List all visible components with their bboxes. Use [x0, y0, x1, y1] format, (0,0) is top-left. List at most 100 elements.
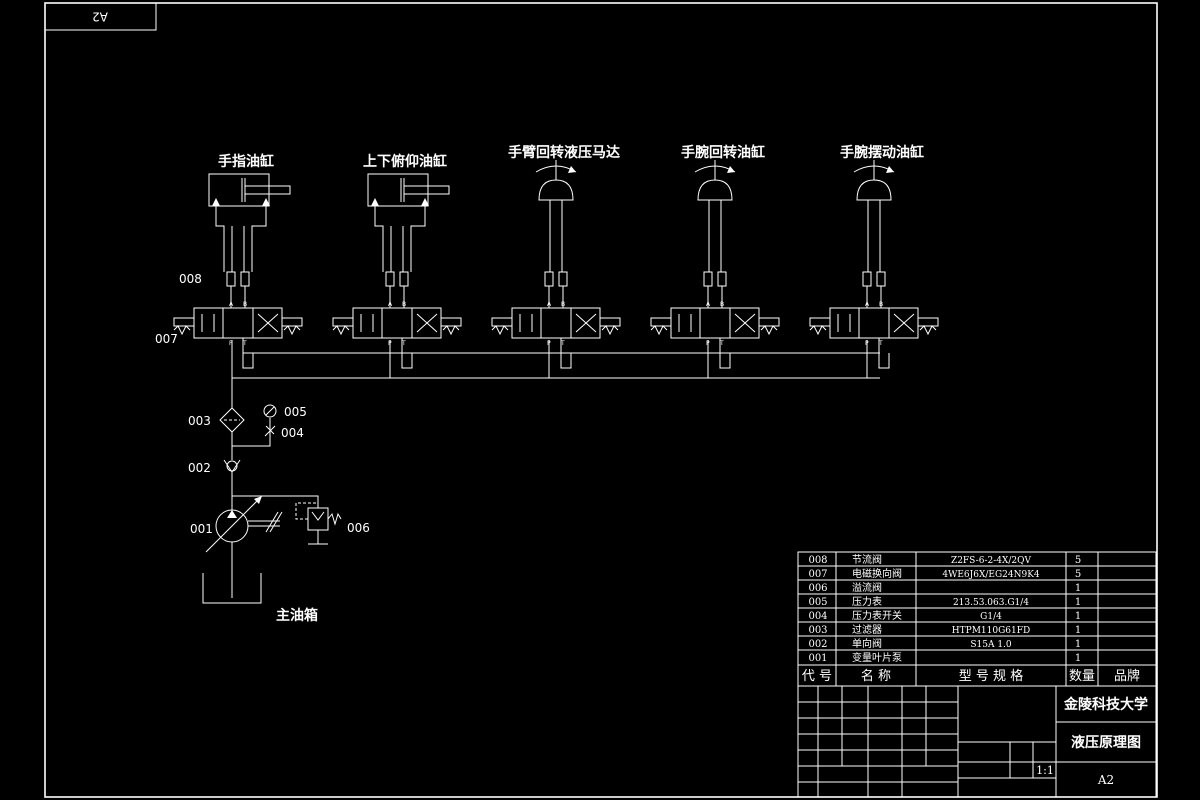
bom-header-qty: 数量: [1069, 669, 1095, 684]
directional-valve-007: [670, 307, 760, 339]
throttle-valve-008: [544, 271, 554, 287]
directional-valve-007: [352, 307, 442, 339]
callout-002: 002: [188, 461, 211, 475]
callout-001: 001: [190, 522, 213, 536]
bom-row: 005 压力表 213.53.063.G1/4 1: [808, 595, 1081, 608]
bom-header-model: 型 号 规 格: [959, 668, 1023, 684]
port-label-B: B: [402, 301, 406, 308]
port-label-B: B: [879, 301, 883, 308]
bom-row: 001 变量叶片泵 1: [808, 651, 1081, 664]
bom-code: 008: [808, 555, 827, 566]
relief-branch-line: [232, 495, 319, 508]
callout-008: 008: [179, 272, 202, 286]
bom-row: 004 压力表开关 G1/4 1: [808, 609, 1081, 622]
callout-003: 003: [188, 414, 211, 428]
bom-row: 006 溢流阀 1: [808, 581, 1081, 594]
relief-valve-006: [295, 502, 342, 545]
bom-code: 007: [808, 569, 827, 580]
port-label-A: A: [388, 301, 393, 308]
throttle-valve-008: [862, 271, 872, 287]
directional-valve-007: [829, 307, 919, 339]
bom-name: 节流阀: [852, 553, 882, 566]
bom-model: 4WE6J6X/EG24N9K4: [942, 570, 1040, 580]
bom-name: 溢流阀: [852, 581, 882, 594]
bom-model: 213.53.063.G1/4: [953, 598, 1029, 608]
port-label-B: B: [720, 301, 724, 308]
actuator-unit-2: 上下俯仰油缸A BP T: [332, 153, 462, 369]
bom-row: 008 节流阀 Z2FS-6-2-4X/2QV 5: [808, 553, 1081, 566]
bom-code: 006: [808, 583, 827, 594]
throttle-valve-008: [876, 271, 886, 287]
bom-header-code: 代 号: [802, 669, 832, 684]
title-block: 金陵科技大学 液压原理图 1:1 A2: [797, 685, 1157, 798]
throttle-valve-008: [703, 271, 713, 287]
throttle-valve-008: [385, 271, 395, 287]
callout-004: 004: [281, 426, 304, 440]
bom-qty: 1: [1075, 625, 1081, 636]
bom-row: 002 单向阀 S15A 1.0 1: [808, 637, 1081, 650]
bom-qty: 1: [1075, 639, 1081, 650]
bom-code: 002: [808, 639, 827, 650]
rotary-actuator-body: [697, 179, 733, 201]
title-drawing: 液压原理图: [1071, 734, 1141, 751]
bom-row: 007 电磁换向阀 4WE6J6X/EG24N9K4 5: [808, 567, 1081, 580]
bom-name: 单向阀: [852, 637, 882, 650]
title-scale: 1:1: [1036, 764, 1054, 777]
callout-007: 007: [155, 332, 178, 346]
check-valve-002: [223, 459, 241, 473]
cylinder-body: [367, 173, 429, 207]
actuator-label: 手指油缸: [218, 153, 274, 170]
actuator-label: 手腕回转油缸: [681, 144, 765, 161]
throttle-valve-008: [240, 271, 250, 287]
bom-name: 压力表: [852, 595, 882, 608]
title-school: 金陵科技大学: [1063, 696, 1148, 713]
sheet-tag-text: A2: [92, 10, 108, 24]
pressure-main-line: [231, 340, 880, 379]
bom-qty: 1: [1075, 611, 1081, 622]
gauge-branch-line: [232, 418, 271, 447]
actuator-label: 上下俯仰油缸: [363, 153, 447, 170]
actuator-unit-3: 手臂回转液压马达A BP T: [491, 144, 621, 369]
directional-valve-007: [511, 307, 601, 339]
bom-header-name: 名 称: [861, 668, 891, 684]
bom-model: G1/4: [980, 612, 1002, 622]
actuator-label: 手腕摆动油缸: [840, 144, 924, 161]
bom-qty: 1: [1075, 597, 1081, 608]
pressure-gauge-005: [263, 404, 277, 418]
throttle-valve-008: [399, 271, 409, 287]
bom-qty: 1: [1075, 653, 1081, 664]
port-label-A: A: [865, 301, 870, 308]
actuator-label: 手臂回转液压马达: [508, 144, 620, 161]
hydraulic-schematic-drawing: A2 手指油缸A BP T上下俯仰油缸A BP T手臂回转液压马达A BP T手腕回转油缸A…: [44, 2, 1158, 798]
bom-qty: 5: [1075, 569, 1081, 580]
throttle-valve-008: [717, 271, 727, 287]
port-label-A: A: [547, 301, 552, 308]
bom-name: 压力表开关: [852, 609, 902, 622]
variable-pump-001: [205, 496, 283, 553]
bom-code: 004: [808, 611, 827, 622]
cylinder-body: [208, 173, 270, 207]
throttle-valve-008: [558, 271, 568, 287]
actuator-group: 手指油缸A BP T上下俯仰油缸A BP T手臂回转液压马达A BP T手腕回转油缸A BP T…: [173, 144, 939, 369]
bom-name: 变量叶片泵: [852, 651, 902, 664]
callout-005: 005: [284, 405, 307, 419]
bom-header-row: 代 号 名 称 型 号 规 格 数量 品牌: [802, 668, 1140, 684]
rotary-actuator-body: [538, 179, 574, 201]
port-label-B: B: [561, 301, 565, 308]
bom-code: 003: [808, 625, 827, 636]
port-label-A: A: [706, 301, 711, 308]
bom-row: 003 过滤器 HTPM110G61FD 1: [808, 623, 1081, 636]
bom-name: 过滤器: [852, 623, 882, 636]
directional-valve-007: [193, 307, 283, 339]
port-label-A: A: [229, 301, 234, 308]
bom-code: 005: [808, 597, 827, 608]
actuator-unit-5: 手腕摆动油缸A BP T: [809, 144, 939, 369]
port-label-B: B: [243, 301, 247, 308]
bom-code: 001: [808, 653, 827, 664]
throttle-valve-008: [226, 271, 236, 287]
bom-name: 电磁换向阀: [852, 567, 902, 580]
bom-header-brand: 品牌: [1114, 668, 1140, 684]
bom-model: HTPM110G61FD: [952, 626, 1030, 636]
bom-qty: 1: [1075, 583, 1081, 594]
actuator-unit-1: 手指油缸A BP T: [173, 153, 303, 369]
